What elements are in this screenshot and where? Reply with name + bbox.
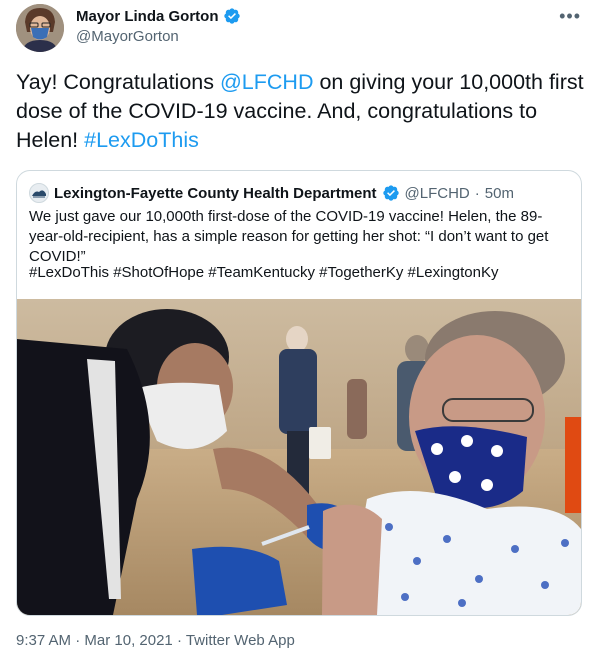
tweet-footer: 9:37 AM · Mar 10, 2021 · Twitter Web App bbox=[16, 632, 295, 649]
quoted-tweet[interactable]: Lexington-Fayette County Health Departme… bbox=[16, 170, 582, 616]
author-name[interactable]: Mayor Linda Gorton bbox=[76, 7, 241, 25]
verified-badge-icon bbox=[382, 185, 399, 201]
tweet-time[interactable]: 9:37 AM bbox=[16, 632, 71, 649]
footer-separator: · bbox=[172, 632, 186, 649]
quoted-text: We just gave our 10,000th first-dose of … bbox=[29, 208, 549, 265]
quoted-tweet-header: Lexington-Fayette County Health Departme… bbox=[29, 183, 514, 203]
more-options-icon[interactable]: ••• bbox=[559, 6, 581, 27]
quoted-author-handle: @LFCHD bbox=[404, 184, 470, 202]
quoted-hashtags: #LexDoThis #ShotOfHope #TeamKentucky #To… bbox=[29, 264, 499, 281]
mention-link[interactable]: @LFCHD bbox=[220, 70, 314, 94]
verified-badge-icon bbox=[223, 8, 240, 24]
tweet-date[interactable]: Mar 10, 2021 bbox=[84, 632, 172, 649]
tweet-text-part: Yay! Congratulations bbox=[16, 70, 220, 94]
author-avatar[interactable] bbox=[16, 4, 64, 52]
tweet-source[interactable]: Twitter Web App bbox=[186, 632, 295, 649]
vaccination-photo[interactable] bbox=[17, 299, 581, 615]
hashtag-link[interactable]: #LexDoThis bbox=[84, 128, 199, 152]
quoted-time: 50m bbox=[484, 184, 514, 202]
author-handle[interactable]: @MayorGorton bbox=[76, 28, 179, 45]
quoted-avatar bbox=[29, 183, 49, 203]
quoted-separator: · bbox=[474, 184, 480, 202]
quoted-author-name: Lexington-Fayette County Health Departme… bbox=[54, 184, 377, 202]
tweet-text: Yay! Congratulations @LFCHD on giving yo… bbox=[16, 68, 586, 155]
author-name-text: Mayor Linda Gorton bbox=[76, 7, 219, 25]
footer-separator: · bbox=[71, 632, 85, 649]
tweet-container: Mayor Linda Gorton @MayorGorton ••• Yay!… bbox=[0, 0, 601, 659]
